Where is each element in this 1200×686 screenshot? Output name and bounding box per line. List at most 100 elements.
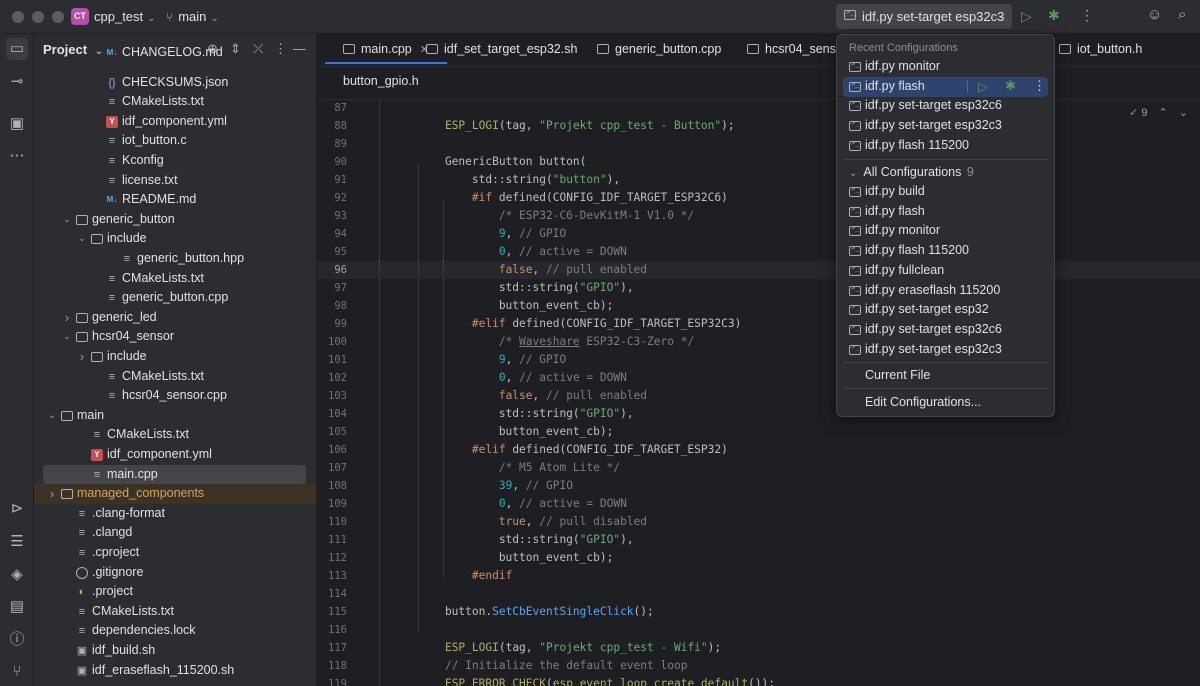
recent-configuration-item[interactable]: idf.py set-target esp32c6 [843,96,1048,116]
editor-tab[interactable]: main.cpp ✕ [325,42,447,64]
layers-tool-icon[interactable]: ◈ [7,565,27,585]
tree-item[interactable]: ◐ .project [34,582,316,602]
code-line: 107 /* M5 Atom Lite */ [317,459,1200,477]
line-number: 113 [328,570,347,582]
git-tool-icon[interactable]: ⑂ [7,662,27,682]
zoom-window-button[interactable] [52,11,64,23]
todo-tool-icon[interactable]: ☰ [7,532,27,552]
divider [967,80,968,93]
tree-item[interactable]: ≡ dependencies.lock [34,621,316,641]
editor-tab[interactable]: generic_button.cpp [597,42,721,56]
tree-item[interactable]: ≡ .cproject [34,543,316,563]
chevron-down-icon[interactable]: ⌄ [62,210,72,230]
terminal-tool-icon[interactable]: ▤ [7,597,27,617]
close-window-button[interactable] [12,11,24,23]
tree-item[interactable]: ▣ idf_eraseflash_115200.sh [34,661,316,681]
project-switcher[interactable]: cpp_test ⌄ [94,9,156,24]
tree-item[interactable]: ≡ CMakeLists.txt [34,92,316,112]
line-number: 101 [328,354,347,366]
tree-item[interactable]: ⌄ include [34,229,316,249]
commit-tool-icon[interactable]: ⊸ [7,72,27,92]
configuration-item[interactable]: idf.py monitor [843,221,1048,241]
code-text: /* ESP32-C6-DevKitM-1 V1.0 */ [498,209,695,222]
tree-item[interactable]: ⌄ hcsr04_sensor [34,327,316,347]
tree-item[interactable]: ≡ CMakeLists.txt [34,602,316,622]
tree-item[interactable]: › include [34,347,316,367]
configuration-item[interactable]: idf.py set-target esp32c6 [843,320,1048,340]
editor-tab[interactable]: iot_button.h [1059,42,1142,56]
tree-item[interactable]: ≡ generic_button.hpp [34,249,316,269]
project-tool-window: Project ⌄ ⊕ ⇕ ⤫ ⋮ — M↓ CHANGELOG.md{} CHEC… [34,34,317,686]
recent-configuration-item[interactable]: idf.py monitor [843,57,1048,77]
services-tool-icon[interactable]: ⊳ [7,499,27,519]
debug-icon[interactable]: ✱ [1048,7,1060,24]
tree-item[interactable]: ⌄ main [34,406,316,426]
code-text: button_event_cb); [418,551,614,564]
run-configuration-selector[interactable]: idf.py set-target esp32c3 ⌄ [836,4,1012,29]
chevron-right-icon[interactable]: › [47,484,57,504]
configuration-item[interactable]: idf.py build [843,182,1048,202]
terminal-icon [849,303,861,316]
tree-item[interactable]: ≡ iot_button.c [34,131,316,151]
problems-tool-icon[interactable]: ⓘ [7,630,27,650]
add-user-icon[interactable]: ☺ [1147,6,1162,23]
debug-icon[interactable]: ✱ [1005,78,1016,94]
run-icon[interactable]: ▷ [1021,8,1032,25]
more-actions-icon[interactable]: ⋮ [1080,7,1094,24]
chevron-down-icon[interactable]: ⌄ [47,406,57,426]
tree-item[interactable]: › generic_led [34,308,316,328]
more-icon[interactable]: ⋮ [1033,78,1046,94]
run-icon[interactable]: ▷ [978,79,988,95]
recent-configuration-item[interactable]: idf.py flash ▷ ✱ ⋮ [843,76,1048,97]
recent-configuration-item[interactable]: idf.py set-target esp32c3 [843,116,1048,136]
configuration-label: idf.py set-target esp32c3 [865,341,1002,356]
recent-configuration-item[interactable]: idf.py flash 115200 [843,136,1048,156]
configuration-item[interactable]: idf.py eraseflash 115200 [843,281,1048,301]
tree-item[interactable]: ≡ .clangd [34,523,316,543]
current-file-item[interactable]: Current File [843,366,1048,386]
tree-item[interactable]: ⌄ generic_button [34,210,316,230]
terminal-icon [849,244,861,257]
chevron-down-icon[interactable]: ⌄ [62,327,72,347]
tree-item[interactable]: ▣ idf_build.sh [34,641,316,661]
tree-item[interactable]: ≡ .clang-format [34,504,316,524]
more-tools-icon[interactable]: ⋯ [7,146,27,166]
tree-item[interactable]: ≡ CMakeLists.txt [34,367,316,387]
configuration-item[interactable]: idf.py set-target esp32 [843,300,1048,320]
tree-item[interactable]: ≡ hcsr04_sensor.cpp [34,386,316,406]
folder-icon [76,332,88,343]
tree-item[interactable]: Yidf_component.yml [34,445,316,465]
tree-item[interactable]: ≡ main.cpp [43,464,306,485]
edit-configurations-item[interactable]: Edit Configurations... [843,393,1048,413]
tree-item[interactable]: M↓ README.md [34,190,316,210]
project-tool-icon[interactable]: ▭ [6,38,28,60]
structure-tool-icon[interactable]: ▣ [7,114,27,134]
tree-item[interactable]: ≡ Kconfig [34,151,316,171]
search-icon[interactable]: ⌕ [1178,6,1186,23]
configuration-item[interactable]: idf.py set-target esp32c3 [843,340,1048,360]
tree-item[interactable]: .gitignore [34,563,316,583]
editor-tab[interactable]: hcsr04_sensor [747,42,847,56]
chevron-down-icon[interactable]: ⌄ [77,229,87,249]
tree-item[interactable]: ≡ CMakeLists.txt [34,269,316,289]
tree-item[interactable]: ≡ CMakeLists.txt [34,425,316,445]
tree-item[interactable]: {} CHECKSUMS.json [34,73,316,93]
tree-item[interactable]: Yidf_component.yml [34,112,316,132]
tree-item[interactable]: › managed_components [34,484,316,504]
all-configurations-group[interactable]: ⌄ All Configurations 9 [849,165,974,179]
branch-switcher[interactable]: ⑂ main ⌄ [166,9,219,24]
tree-item[interactable]: ≡ license.txt [34,171,316,191]
configuration-item[interactable]: idf.py flash [843,202,1048,222]
tree-item[interactable]: M↓ CHANGELOG.md [34,43,316,63]
editor-tab[interactable]: button_gpio.h [343,74,419,88]
json-file-icon: {} [108,76,116,89]
configuration-label: idf.py monitor [865,59,941,73]
chevron-right-icon[interactable]: › [77,347,87,367]
configuration-item[interactable]: idf.py flash 115200 [843,241,1048,261]
minimize-window-button[interactable] [32,11,44,23]
chevron-right-icon[interactable]: › [62,308,72,328]
editor-tab[interactable]: idf_set_target_esp32.sh [426,42,577,56]
code-editor[interactable]: 87 88 ESP_LOGI(tag, "Projekt cpp_test - B… [317,100,1200,686]
configuration-item[interactable]: idf.py fullclean [843,261,1048,281]
tree-item[interactable]: ≡ generic_button.cpp [34,288,316,308]
